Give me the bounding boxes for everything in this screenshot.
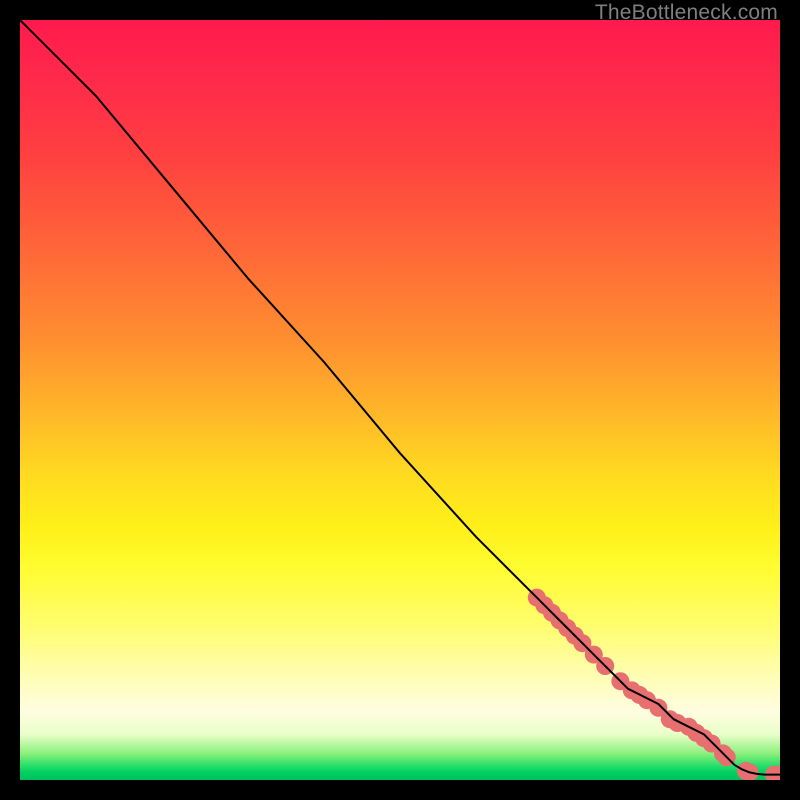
data-point bbox=[558, 619, 576, 637]
data-point bbox=[528, 589, 546, 607]
plot-area bbox=[20, 20, 780, 780]
chart-container: TheBottleneck.com bbox=[0, 0, 800, 800]
data-point bbox=[566, 627, 584, 645]
data-point bbox=[741, 763, 759, 780]
curve-line bbox=[20, 20, 780, 775]
data-point bbox=[649, 699, 667, 717]
data-point bbox=[596, 657, 614, 675]
data-point bbox=[765, 766, 780, 780]
data-point bbox=[535, 596, 553, 614]
data-point bbox=[703, 735, 721, 753]
data-point bbox=[630, 686, 648, 704]
data-point bbox=[573, 634, 591, 652]
data-point bbox=[611, 672, 629, 690]
data-point bbox=[714, 744, 732, 762]
data-point bbox=[680, 718, 698, 736]
data-point bbox=[771, 766, 780, 780]
data-point bbox=[661, 710, 679, 728]
points-layer bbox=[528, 589, 780, 780]
data-point bbox=[687, 724, 705, 742]
data-point bbox=[668, 714, 686, 732]
data-point bbox=[585, 646, 603, 664]
data-point bbox=[718, 748, 736, 766]
data-point bbox=[551, 611, 569, 629]
data-point bbox=[638, 691, 656, 709]
data-point bbox=[543, 604, 561, 622]
data-point bbox=[695, 729, 713, 747]
data-point bbox=[623, 681, 641, 699]
chart-overlay bbox=[20, 20, 780, 780]
data-point bbox=[737, 762, 755, 780]
